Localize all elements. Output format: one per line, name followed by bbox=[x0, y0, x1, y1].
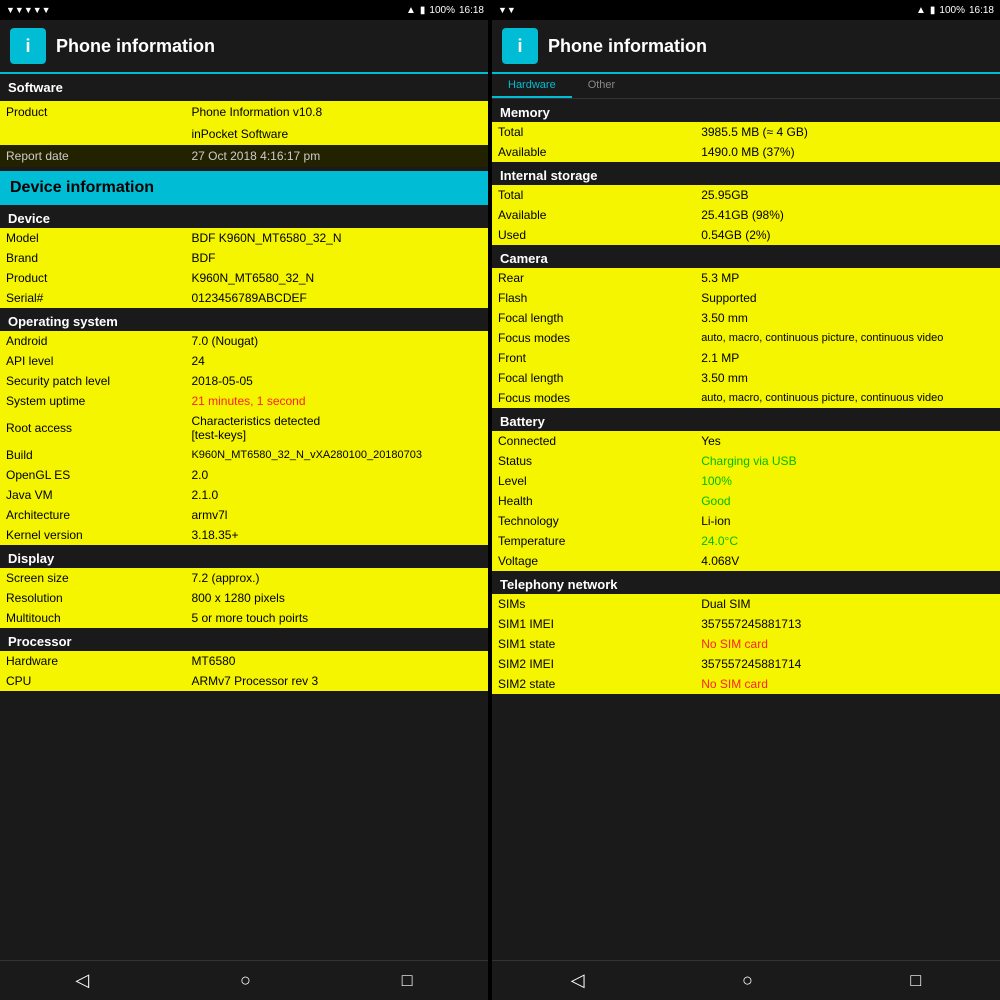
tab-active[interactable]: Hardware bbox=[492, 74, 572, 98]
wifi-icon: ▲ bbox=[406, 5, 416, 16]
back-btn-left[interactable]: ◁ bbox=[75, 970, 89, 991]
right-panel-icon: i bbox=[502, 28, 538, 64]
storage-table: Total25.95GB Available25.41GB (98%) Used… bbox=[492, 185, 1000, 245]
bottom-nav-right: ◁ ○ □ bbox=[492, 960, 1000, 1000]
camera-table: Rear5.3 MP FlashSupported Focal length3.… bbox=[492, 268, 1000, 408]
left-panel-title: Phone information bbox=[56, 36, 215, 57]
time-left: 16:18 bbox=[459, 5, 484, 16]
battery-header: Battery bbox=[492, 408, 1000, 431]
software-section-header: Software bbox=[0, 74, 488, 101]
display-table: Screen size7.2 (approx.) Resolution800 x… bbox=[0, 568, 488, 628]
left-panel-scroll[interactable]: Software Product Phone Information v10.8… bbox=[0, 74, 488, 960]
home-btn-left[interactable]: ○ bbox=[240, 970, 251, 991]
device-section-label: Device bbox=[0, 205, 488, 228]
home-btn-right[interactable]: ○ bbox=[742, 970, 753, 991]
processor-section-label: Processor bbox=[0, 628, 488, 651]
status-bar-left: ▼▼▼▼▼ ▲ ▮ 100% 16:18 bbox=[0, 0, 490, 20]
left-panel: i Phone information Software Product Pho… bbox=[0, 20, 490, 1000]
back-btn-right[interactable]: ◁ bbox=[571, 970, 585, 991]
left-panel-header: i Phone information bbox=[0, 20, 488, 74]
device-info-header: Device information bbox=[0, 171, 488, 205]
right-panel: i Phone information Hardware Other Memor… bbox=[492, 20, 1000, 1000]
camera-header: Camera bbox=[492, 245, 1000, 268]
battery-icon: ▮ bbox=[420, 5, 426, 16]
status-bar-right: ▼▼ ▲ ▮ 100% 16:18 bbox=[492, 0, 1000, 20]
memory-table: Total3985.5 MB (≈ 4 GB) Available1490.0 … bbox=[492, 122, 1000, 162]
right-panel-scroll[interactable]: Memory Total3985.5 MB (≈ 4 GB) Available… bbox=[492, 99, 1000, 960]
report-date-label: Report date bbox=[0, 145, 185, 167]
os-table: Android7.0 (Nougat) API level24 Security… bbox=[0, 331, 488, 545]
right-panel-title: Phone information bbox=[548, 36, 707, 57]
battery-percent-r: 100% bbox=[939, 5, 965, 16]
tab-bar: Hardware Other bbox=[492, 74, 1000, 99]
storage-header: Internal storage bbox=[492, 162, 1000, 185]
device-table: ModelBDF K960N_MT6580_32_N BrandBDF Prod… bbox=[0, 228, 488, 308]
display-section-label: Display bbox=[0, 545, 488, 568]
signal-icon-r: ▼▼ bbox=[498, 5, 516, 15]
recents-btn-right[interactable]: □ bbox=[910, 970, 921, 991]
time-right: 16:18 bbox=[969, 5, 994, 16]
battery-icon-r: ▮ bbox=[930, 5, 936, 16]
os-section-label: Operating system bbox=[0, 308, 488, 331]
bottom-nav-left: ◁ ○ □ bbox=[0, 960, 488, 1000]
software-table: Product Phone Information v10.8 inPocket… bbox=[0, 101, 488, 167]
battery-percent: 100% bbox=[429, 5, 455, 16]
right-panel-header: i Phone information bbox=[492, 20, 1000, 74]
recents-btn-left[interactable]: □ bbox=[402, 970, 413, 991]
signal-icon: ▼▼▼▼▼ bbox=[6, 5, 51, 15]
processor-table: HardwareMT6580 CPUARMv7 Processor rev 3 bbox=[0, 651, 488, 691]
wifi-icon-r: ▲ bbox=[916, 5, 926, 16]
memory-header: Memory bbox=[492, 99, 1000, 122]
product-label: Product bbox=[0, 101, 185, 123]
tab-inactive[interactable]: Other bbox=[572, 74, 632, 98]
report-date-value: 27 Oct 2018 4:16:17 pm bbox=[185, 145, 488, 167]
left-panel-icon: i bbox=[10, 28, 46, 64]
inpocket-value: inPocket Software bbox=[185, 123, 488, 145]
battery-table: ConnectedYes StatusCharging via USB Leve… bbox=[492, 431, 1000, 571]
product-value: Phone Information v10.8 bbox=[185, 101, 488, 123]
telephony-table: SIMsDual SIM SIM1 IMEI357557245881713 SI… bbox=[492, 594, 1000, 694]
inpocket-label bbox=[0, 123, 185, 145]
telephony-header: Telephony network bbox=[492, 571, 1000, 594]
